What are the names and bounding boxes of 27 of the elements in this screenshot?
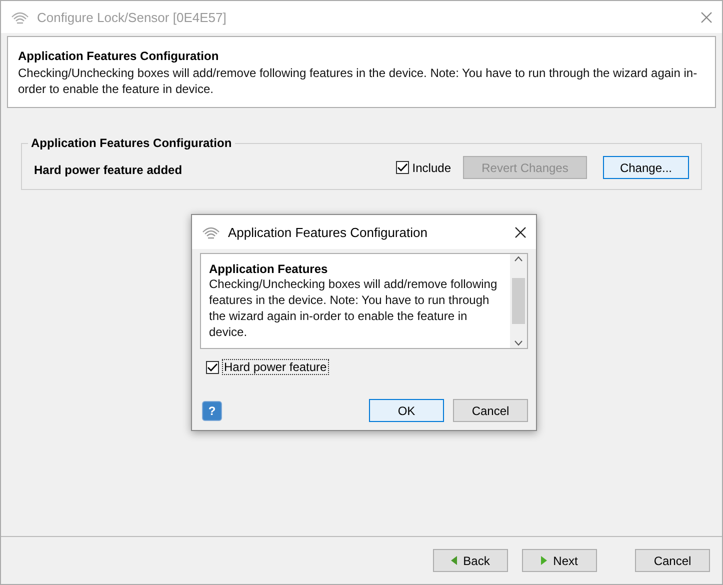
cancel-button[interactable]: Cancel [635, 549, 710, 572]
scrollbar[interactable] [510, 254, 527, 348]
scroll-up-icon[interactable] [514, 256, 523, 262]
feature-label: Hard power feature added [34, 162, 184, 176]
header-title: Application Features Configuration [18, 49, 220, 63]
header-description: Checking/Unchecking boxes will add/remove following features in the device. Note: You have to run through the wizard again in-order to enable the feature in device. [18, 65, 698, 97]
info-text: Checking/Unchecking boxes will add/remove following features in the device. Note: You have to run through the wizard again in-order to enable the feature in device. [209, 276, 498, 340]
logo-icon [11, 10, 29, 24]
info-title: Application Features [209, 262, 329, 276]
back-arrow-icon [451, 556, 458, 565]
window-title: Configure Lock/Sensor [0E4E57] [37, 10, 228, 24]
dialog-cancel-button[interactable]: Cancel [453, 399, 528, 422]
ok-button[interactable]: OK [369, 399, 444, 422]
checkbox[interactable] [396, 161, 410, 174]
include-label[interactable]: Include [412, 160, 451, 174]
scroll-down-icon[interactable] [514, 340, 523, 346]
group-title: Application Features Configuration [30, 136, 233, 150]
close-icon[interactable] [515, 226, 526, 238]
checkbox[interactable] [206, 360, 219, 374]
dialog-title: Application Features Configuration [228, 224, 428, 240]
back-button[interactable]: Back [433, 549, 508, 572]
feature-checkbox-label[interactable]: Hard power feature [222, 359, 329, 375]
logo-icon [202, 225, 220, 239]
help-button[interactable]: ? [202, 400, 222, 420]
change-button[interactable]: Change... [603, 156, 689, 179]
next-arrow-icon [541, 556, 548, 565]
next-button[interactable]: Next [522, 549, 597, 572]
